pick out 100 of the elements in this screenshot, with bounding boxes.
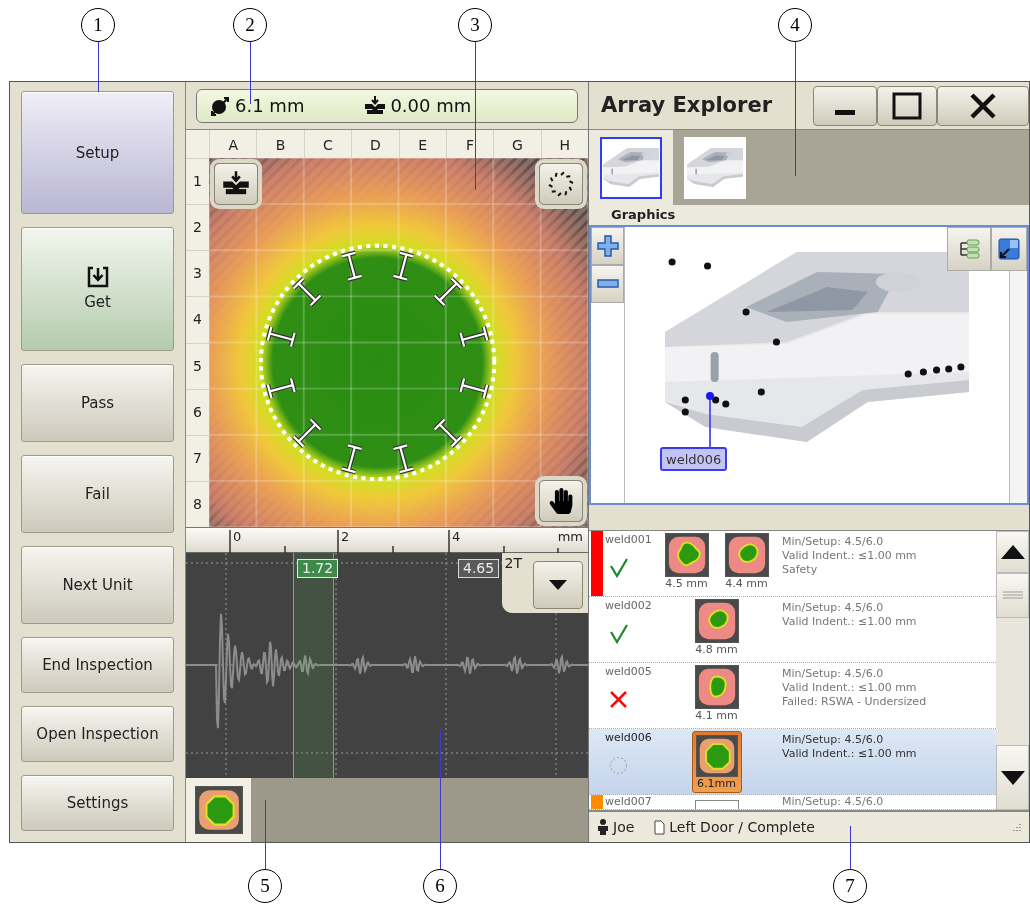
close-button[interactable] bbox=[937, 85, 1029, 126]
leader-line bbox=[850, 826, 851, 869]
weld-name: weld002 bbox=[605, 599, 653, 613]
leader-line bbox=[98, 42, 99, 92]
person-icon bbox=[597, 819, 609, 835]
weld-row[interactable]: weld001 4.5 mm 4.4 mm Min/Setup: 4.5/6.0 Valid Indent.: ≤1.00 mm Safety bbox=[589, 531, 996, 597]
weld-row[interactable]: weld007 Min/Setup: 4.5/6.0 bbox=[589, 795, 996, 810]
callout-badge: 5 bbox=[248, 869, 282, 903]
scan-thumbnail bbox=[724, 533, 769, 577]
get-button[interactable]: Get bbox=[21, 227, 174, 351]
leader-line bbox=[250, 42, 251, 104]
weld-detail: Valid Indent.: ≤1.00 mm bbox=[782, 747, 918, 761]
gate-label[interactable]: 1.72 bbox=[297, 559, 339, 578]
ruler-unit: mm bbox=[557, 529, 583, 545]
view-thumbnail[interactable] bbox=[684, 136, 746, 199]
scan-thumbnail bbox=[194, 786, 243, 834]
weld-row[interactable]: weld002 4.8 mm Min/Setup: 4.5/6.0 Valid Indent.: ≤1.00 mm bbox=[589, 597, 996, 663]
caret-icon bbox=[549, 580, 567, 590]
ruler-label: 2 bbox=[341, 529, 350, 545]
sidebar-button[interactable]: End Inspection bbox=[21, 637, 174, 693]
close-icon bbox=[969, 91, 997, 120]
minimize-icon bbox=[835, 110, 855, 115]
hand-icon bbox=[549, 488, 573, 514]
grip-icon bbox=[1002, 591, 1023, 600]
mode-label: 2T bbox=[504, 555, 522, 571]
setup-button[interactable]: Setup bbox=[21, 91, 174, 214]
ruler-label: 4 bbox=[452, 529, 461, 545]
diameter-icon bbox=[209, 94, 231, 117]
weld-label[interactable]: weld006 bbox=[660, 447, 728, 471]
weld-detail: Valid Indent.: ≤1.00 mm bbox=[782, 549, 918, 563]
callout-badge: 3 bbox=[458, 8, 492, 42]
weld-detail: Min/Setup: 4.5/6.0 bbox=[782, 601, 885, 615]
weld-detail: Valid Indent.: ≤1.00 mm bbox=[782, 681, 918, 695]
minimize-button[interactable] bbox=[813, 85, 877, 126]
callout-badge: 1 bbox=[81, 8, 115, 42]
callout-badge: 7 bbox=[833, 869, 867, 903]
download-box-icon bbox=[86, 266, 109, 288]
dotted-ring-icon bbox=[547, 170, 575, 198]
thumbnail-size: 4.1 mm bbox=[695, 709, 738, 723]
maximize-icon bbox=[892, 91, 922, 120]
location-text: Left Door / Complete bbox=[669, 817, 815, 837]
weld-detail: Min/Setup: 4.5/6.0 bbox=[782, 535, 885, 549]
scan-thumbnail-button[interactable] bbox=[186, 778, 251, 842]
thumbnail-size: 4.5 mm bbox=[665, 577, 708, 591]
dropdown-button[interactable] bbox=[533, 561, 583, 609]
scan-thumbnail bbox=[694, 665, 739, 709]
weld-row[interactable]: weld006 6.1mm Min/Setup: 4.5/6.0 Valid Indent.: ≤1.00 mm bbox=[589, 729, 996, 795]
scrollbar[interactable] bbox=[996, 531, 1029, 810]
gate-band[interactable] bbox=[293, 553, 334, 778]
tree-icon bbox=[957, 237, 981, 261]
weld-row[interactable]: weld005 4.1 mm Min/Setup: 4.5/6.0 Valid Indent.: ≤1.00 mm Failed: RSWA - Undersized bbox=[589, 663, 996, 729]
scan-thumbnail bbox=[664, 533, 709, 577]
thumbnail-size: 4.4 mm bbox=[725, 577, 768, 591]
sidebar-button[interactable]: Open Inspection bbox=[21, 706, 174, 762]
weld-detail: Min/Setup: 4.5/6.0 bbox=[782, 795, 885, 809]
user-name: Joe bbox=[613, 817, 635, 837]
zoom-out-button[interactable] bbox=[591, 265, 624, 303]
scroll-up-button[interactable] bbox=[996, 531, 1029, 573]
indent-value: 0.00 mm bbox=[390, 94, 472, 118]
zoom-in-button[interactable] bbox=[591, 227, 624, 265]
sidebar-button[interactable]: Fail bbox=[21, 455, 174, 533]
thumbnail-size: 4.8 mm bbox=[695, 643, 738, 657]
weld-name: weld005 bbox=[605, 665, 653, 679]
scan-thumbnail bbox=[694, 599, 739, 643]
scroll-down-button[interactable] bbox=[996, 745, 1029, 810]
window-title: Array Explorer bbox=[601, 91, 772, 119]
weld-name: weld006 bbox=[605, 731, 653, 745]
minus-icon bbox=[596, 279, 619, 289]
plus-icon bbox=[596, 235, 619, 257]
selected-thumbnail[interactable]: 6.1mm bbox=[691, 731, 742, 793]
document-icon bbox=[654, 819, 666, 835]
view-thumbnail[interactable] bbox=[600, 136, 662, 199]
maximize-button[interactable] bbox=[877, 85, 937, 126]
weld-name: weld001 bbox=[605, 533, 653, 547]
weld-detail: Valid Indent.: ≤1.00 mm bbox=[782, 615, 918, 629]
fit-view-button[interactable] bbox=[991, 227, 1027, 271]
callout-badge: 6 bbox=[423, 869, 457, 903]
gate-label[interactable]: 4.65 bbox=[458, 559, 500, 578]
sidebar-button[interactable]: Pass bbox=[21, 364, 174, 442]
tree-view-button[interactable] bbox=[947, 227, 991, 271]
callout-badge: 4 bbox=[778, 8, 812, 42]
weld-name: weld007 bbox=[605, 795, 653, 809]
thumbnail-size: 6.1mm bbox=[697, 777, 736, 791]
weld-detail: Safety bbox=[782, 563, 819, 577]
sidebar-button[interactable]: Settings bbox=[21, 775, 174, 831]
weld-detail: Min/Setup: 4.5/6.0 bbox=[782, 733, 885, 747]
fit-icon bbox=[998, 238, 1020, 260]
scroll-thumb[interactable] bbox=[996, 573, 1029, 618]
leader-line bbox=[265, 800, 266, 869]
weld-detail: Failed: RSWA - Undersized bbox=[782, 695, 928, 709]
up-arrow-icon bbox=[1000, 545, 1025, 559]
diameter-value: 6.1 mm bbox=[235, 94, 305, 118]
weld-detail: Min/Setup: 4.5/6.0 bbox=[782, 667, 885, 681]
down-arrow-icon bbox=[1000, 770, 1025, 785]
callout-badge: 2 bbox=[233, 8, 267, 42]
ruler-label: 0 bbox=[233, 529, 242, 545]
indent-icon bbox=[364, 94, 387, 117]
scan-thumbnail bbox=[695, 735, 738, 777]
view-tab-label: Graphics bbox=[611, 206, 676, 225]
sidebar-button[interactable]: Next Unit bbox=[21, 546, 174, 624]
